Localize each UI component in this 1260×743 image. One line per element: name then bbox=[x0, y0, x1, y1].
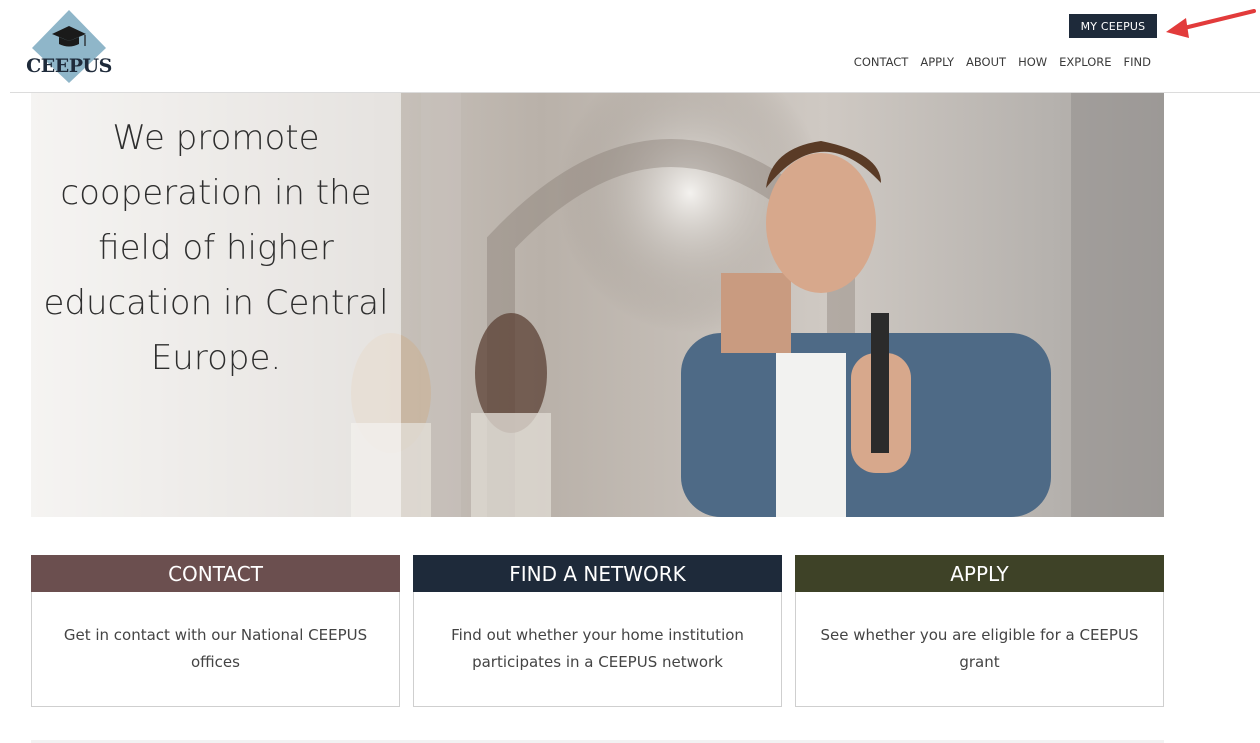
nav-contact[interactable]: CONTACT bbox=[854, 55, 909, 69]
apply-card-title[interactable]: APPLY bbox=[795, 555, 1164, 592]
hero-line: education in Central bbox=[43, 283, 389, 323]
hero-line: cooperation in the bbox=[60, 173, 372, 213]
main-nav: CONTACT APPLY ABOUT HOW EXPLORE FIND bbox=[854, 55, 1151, 69]
annotation-arrow-icon bbox=[1166, 9, 1256, 38]
find-network-card-title[interactable]: FIND A NETWORK bbox=[413, 555, 782, 592]
hero-line: Europe. bbox=[150, 338, 282, 378]
apply-card[interactable]: APPLY See whether you are eligible for a… bbox=[795, 555, 1164, 707]
find-network-card-text: Find out whether your home institution p… bbox=[451, 626, 744, 671]
nav-apply[interactable]: APPLY bbox=[920, 55, 954, 69]
hero-headline: We promote cooperation in the field of h… bbox=[31, 111, 401, 386]
hero-line: field of higher bbox=[98, 228, 334, 268]
contact-card[interactable]: CONTACT Get in contact with our National… bbox=[31, 555, 400, 707]
hero-banner: We promote cooperation in the field of h… bbox=[31, 93, 1164, 517]
nav-how[interactable]: HOW bbox=[1018, 55, 1047, 69]
find-network-card[interactable]: FIND A NETWORK Find out whether your hom… bbox=[413, 555, 782, 707]
logo-graphic: CEEPUS bbox=[26, 10, 112, 83]
nav-about[interactable]: ABOUT bbox=[966, 55, 1006, 69]
ceepus-logo[interactable]: CEEPUS bbox=[26, 8, 112, 84]
contact-card-text: Get in contact with our National CEEPUS … bbox=[63, 626, 368, 671]
nav-find[interactable]: FIND bbox=[1124, 55, 1151, 69]
apply-card-text: See whether you are eligible for a CEEPU… bbox=[820, 626, 1139, 671]
hero-line: We promote bbox=[112, 118, 320, 158]
contact-card-title[interactable]: CONTACT bbox=[31, 555, 400, 592]
logo-text: CEEPUS bbox=[26, 55, 112, 77]
my-ceepus-button[interactable]: MY CEEPUS bbox=[1069, 14, 1157, 38]
nav-explore[interactable]: EXPLORE bbox=[1059, 55, 1111, 69]
